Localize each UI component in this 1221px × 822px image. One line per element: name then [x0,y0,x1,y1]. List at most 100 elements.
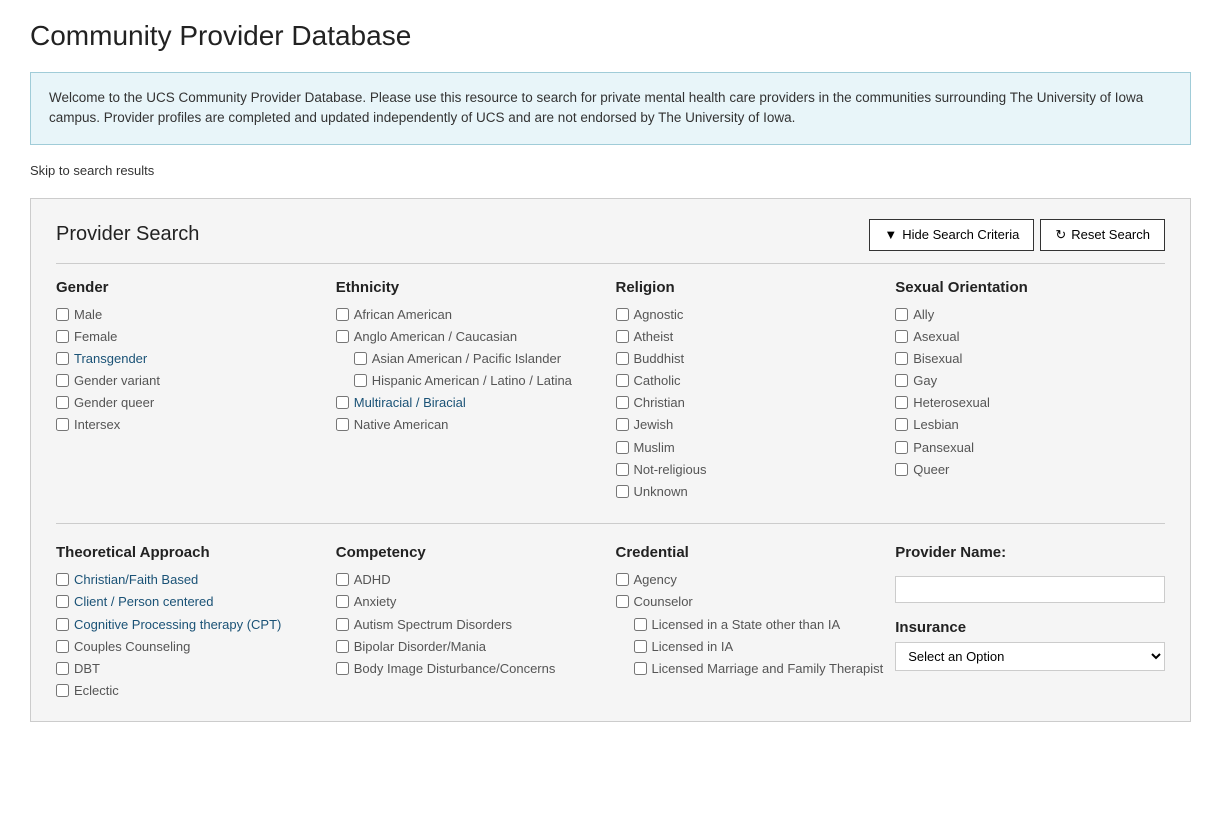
cred-agency-checkbox[interactable] [616,573,629,586]
religion-unknown-label[interactable]: Unknown [634,483,688,501]
ethnicity-multiracial-label[interactable]: Multiracial / Biracial [354,394,466,412]
gender-female-label[interactable]: Female [74,328,117,346]
so-pansexual-checkbox[interactable] [895,441,908,454]
comp-autism-checkbox[interactable] [336,618,349,631]
so-gay-checkbox[interactable] [895,374,908,387]
gender-queer-checkbox[interactable] [56,396,69,409]
ethnicity-african-checkbox[interactable] [336,308,349,321]
ta-dbt-label[interactable]: DBT [74,660,100,678]
gender-variant-checkbox[interactable] [56,374,69,387]
reset-search-button[interactable]: ↻ Reset Search [1040,219,1165,251]
ethnicity-anglo-checkbox[interactable] [336,330,349,343]
ethnicity-african-label[interactable]: African American [354,306,452,324]
cred-counselor-label[interactable]: Counselor [634,593,693,611]
gender-female-checkbox[interactable] [56,330,69,343]
insurance-select[interactable]: Select an Option [895,642,1165,671]
so-queer-label[interactable]: Queer [913,461,949,479]
so-heterosexual-checkbox[interactable] [895,396,908,409]
so-lesbian-label[interactable]: Lesbian [913,416,959,434]
list-item: Bisexual [895,350,1165,368]
ethnicity-native-checkbox[interactable] [336,418,349,431]
religion-christian-label[interactable]: Christian [634,394,685,412]
religion-notreligious-checkbox[interactable] [616,463,629,476]
ethnicity-asian-checkbox[interactable] [354,352,367,365]
comp-anxiety-label[interactable]: Anxiety [354,593,397,611]
gender-variant-label[interactable]: Gender variant [74,372,160,390]
ethnicity-asian-label[interactable]: Asian American / Pacific Islander [372,350,561,368]
comp-adhd-label[interactable]: ADHD [354,571,391,589]
comp-adhd-checkbox[interactable] [336,573,349,586]
cred-licensed-other-label[interactable]: Licensed in a State other than IA [652,616,841,634]
ethnicity-hispanic-label[interactable]: Hispanic American / Latino / Latina [372,372,572,390]
religion-unknown-checkbox[interactable] [616,485,629,498]
religion-muslim-checkbox[interactable] [616,441,629,454]
ta-christian-label[interactable]: Christian/Faith Based [74,571,198,589]
religion-atheist-label[interactable]: Atheist [634,328,674,346]
gender-transgender-checkbox[interactable] [56,352,69,365]
so-lesbian-checkbox[interactable] [895,418,908,431]
cred-licensed-marriage-checkbox[interactable] [634,662,647,675]
cred-agency-label[interactable]: Agency [634,571,677,589]
ta-client-checkbox[interactable] [56,595,69,608]
cred-counselor-checkbox[interactable] [616,595,629,608]
comp-bipolar-checkbox[interactable] [336,640,349,653]
so-bisexual-label[interactable]: Bisexual [913,350,962,368]
ta-couples-label[interactable]: Couples Counseling [74,638,190,656]
comp-bipolar-label[interactable]: Bipolar Disorder/Mania [354,638,486,656]
gender-transgender-label[interactable]: Transgender [74,350,147,368]
so-heterosexual-label[interactable]: Heterosexual [913,394,990,412]
ta-couples-checkbox[interactable] [56,640,69,653]
comp-bodyimage-label[interactable]: Body Image Disturbance/Concerns [354,660,556,678]
gender-intersex-checkbox[interactable] [56,418,69,431]
religion-catholic-checkbox[interactable] [616,374,629,387]
comp-autism-label[interactable]: Autism Spectrum Disorders [354,616,512,634]
ethnicity-multiracial-checkbox[interactable] [336,396,349,409]
so-queer-checkbox[interactable] [895,463,908,476]
gender-male-checkbox[interactable] [56,308,69,321]
skip-to-results-link[interactable]: Skip to search results [30,163,1191,178]
gender-male-label[interactable]: Male [74,306,102,324]
competency-list[interactable]: ADHD Anxiety Autism Spectrum Disorders B… [336,571,606,682]
ta-christian-checkbox[interactable] [56,573,69,586]
religion-christian-checkbox[interactable] [616,396,629,409]
religion-jewish-checkbox[interactable] [616,418,629,431]
provider-name-input[interactable] [895,576,1165,603]
religion-notreligious-label[interactable]: Not-religious [634,461,707,479]
hide-search-criteria-button[interactable]: ▼ Hide Search Criteria [869,219,1034,251]
credential-list[interactable]: Agency Counselor Licensed in a State oth… [616,571,886,682]
cred-licensed-ia-label[interactable]: Licensed in IA [652,638,734,656]
so-ally-checkbox[interactable] [895,308,908,321]
cred-licensed-ia-checkbox[interactable] [634,640,647,653]
religion-buddhist-checkbox[interactable] [616,352,629,365]
religion-buddhist-label[interactable]: Buddhist [634,350,685,368]
ta-cpt-label[interactable]: Cognitive Processing therapy (CPT) [74,616,281,634]
ta-client-label[interactable]: Client / Person centered [74,593,213,611]
bottom-criteria-grid: Theoretical Approach Christian/Faith Bas… [56,544,1165,701]
so-bisexual-checkbox[interactable] [895,352,908,365]
so-asexual-label[interactable]: Asexual [913,328,959,346]
religion-atheist-checkbox[interactable] [616,330,629,343]
so-pansexual-label[interactable]: Pansexual [913,439,974,457]
comp-anxiety-checkbox[interactable] [336,595,349,608]
ta-cpt-checkbox[interactable] [56,618,69,631]
gender-intersex-label[interactable]: Intersex [74,416,120,434]
cred-licensed-marriage-label[interactable]: Licensed Marriage and Family Therapist [652,660,884,678]
religion-catholic-label[interactable]: Catholic [634,372,681,390]
ta-dbt-checkbox[interactable] [56,662,69,675]
ethnicity-anglo-label[interactable]: Anglo American / Caucasian [354,328,517,346]
so-ally-label[interactable]: Ally [913,306,934,324]
religion-agnostic-label[interactable]: Agnostic [634,306,684,324]
comp-bodyimage-checkbox[interactable] [336,662,349,675]
ta-eclectic-label[interactable]: Eclectic [74,682,119,700]
ethnicity-native-label[interactable]: Native American [354,416,449,434]
cred-licensed-other-checkbox[interactable] [634,618,647,631]
religion-muslim-label[interactable]: Muslim [634,439,675,457]
theoretical-approach-list[interactable]: Christian/Faith Based Client / Person ce… [56,571,326,701]
so-asexual-checkbox[interactable] [895,330,908,343]
religion-agnostic-checkbox[interactable] [616,308,629,321]
gender-queer-label[interactable]: Gender queer [74,394,154,412]
ta-eclectic-checkbox[interactable] [56,684,69,697]
ethnicity-hispanic-checkbox[interactable] [354,374,367,387]
religion-jewish-label[interactable]: Jewish [634,416,674,434]
so-gay-label[interactable]: Gay [913,372,937,390]
